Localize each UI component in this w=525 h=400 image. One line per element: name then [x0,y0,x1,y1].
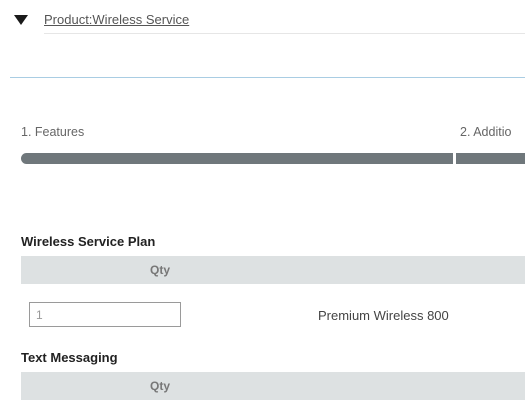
qty-column-header: Qty [149,263,170,277]
header-divider [44,33,525,34]
step-additional-label[interactable]: 2. Additio [460,125,511,139]
table-header-wireless-plan: Qty [21,256,525,284]
section-title-text-messaging: Text Messaging [21,350,118,365]
section-divider [10,77,525,78]
qty-column-header: Qty [149,379,170,393]
step-additional-progress [456,153,525,164]
step-features-progress [21,153,453,164]
table-header-text-messaging: Qty [21,372,525,400]
section-title-wireless-plan: Wireless Service Plan [21,234,156,249]
step-features-label[interactable]: 1. Features [21,125,84,139]
product-link[interactable]: Product:Wireless Service [44,12,189,27]
product-header: Product:Wireless Service [0,0,525,34]
plan-name: Premium Wireless 800 [318,308,449,323]
qty-input[interactable] [29,302,181,327]
collapse-triangle-icon[interactable] [14,15,28,25]
